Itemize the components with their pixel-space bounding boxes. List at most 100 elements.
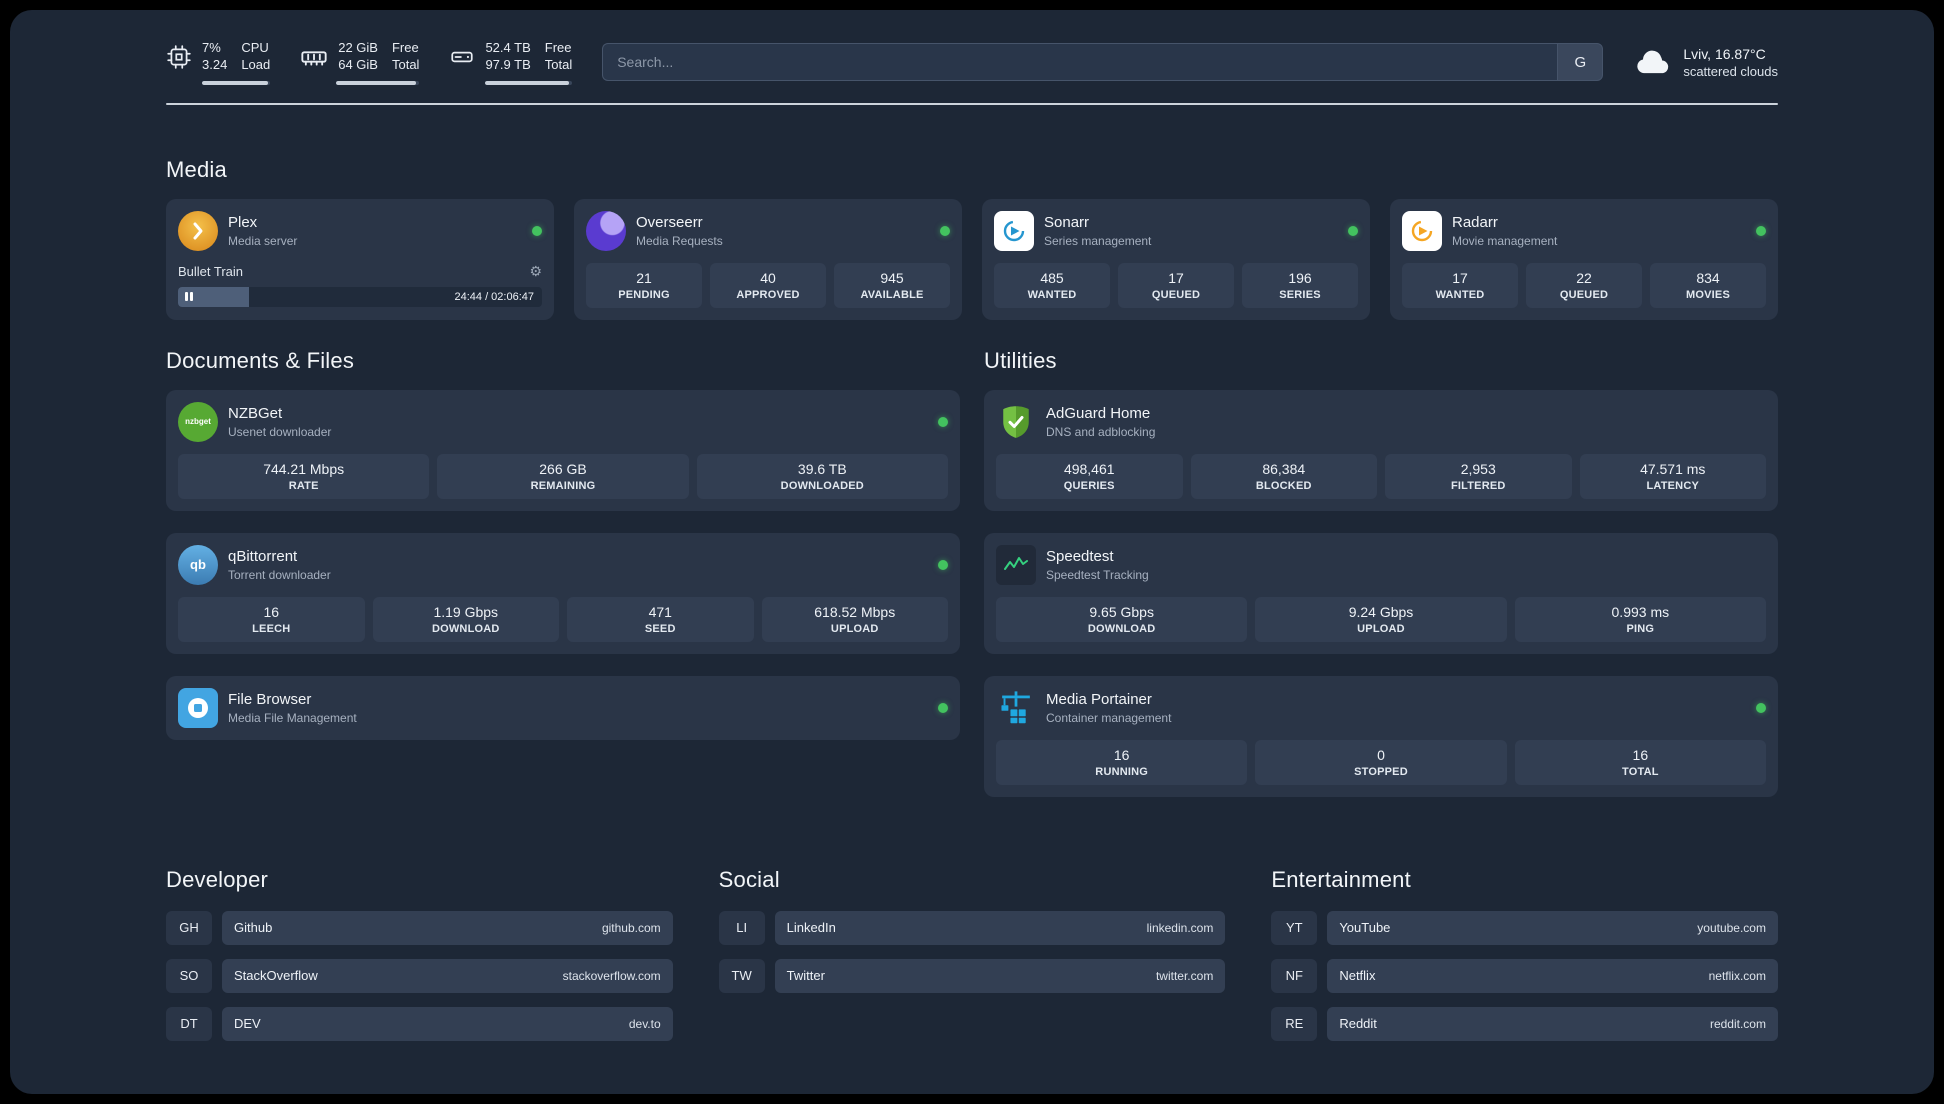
cpu-load-value: 3.24 — [202, 56, 228, 72]
dashboard: 7% 3.24 CPU Load 22 GiB 64 GiB Free Tota… — [10, 10, 1934, 1094]
service-card-overseerr[interactable]: Overseerr Media Requests 21 PENDING 40 A… — [574, 198, 962, 320]
bookmark-column-social: Social LI LinkedIn linkedin.com TW Twitt… — [718, 866, 1226, 1055]
cpu-label-bottom: Load — [241, 56, 271, 72]
stat-total: 16 TOTAL — [1514, 739, 1766, 785]
bookmark-link[interactable]: Reddit reddit.com — [1327, 1006, 1778, 1041]
cloud-icon — [1633, 47, 1673, 77]
gear-icon[interactable]: ⚙ — [529, 263, 542, 280]
search-engine-button[interactable]: G — [1557, 43, 1604, 82]
search-input[interactable] — [602, 43, 1558, 82]
app-subtitle: Series management — [1044, 233, 1152, 248]
bookmark-link[interactable]: YouTube youtube.com — [1327, 910, 1778, 945]
service-card-qbittorrent[interactable]: qb qBittorrent Torrent downloader 16 LEE… — [166, 532, 960, 654]
bookmark-column-entertainment: Entertainment YT YouTube youtube.com NF … — [1271, 867, 1778, 1055]
adguard-icon — [996, 402, 1036, 442]
pause-icon[interactable] — [185, 287, 193, 307]
service-card-portainer[interactable]: Media Portainer Container management 16 … — [984, 675, 1778, 797]
service-card-adguard[interactable]: AdGuard Home DNS and adblocking 498,461 … — [984, 389, 1778, 511]
bookmark-link[interactable]: StackOverflow stackoverflow.com — [222, 958, 673, 993]
plex-icon — [178, 210, 218, 251]
weather-condition: scattered clouds — [1683, 63, 1778, 79]
ram-label-bottom: Total — [391, 56, 420, 72]
bookmark-abbr: SO — [166, 958, 212, 993]
status-dot — [1756, 225, 1766, 236]
disk-label-top: Free — [544, 40, 572, 55]
utilities-column: Utilities AdGuard Home DNS and adblockin… — [984, 326, 1778, 819]
disk-widget: 52.4 TB 97.9 TB Free Total — [449, 40, 573, 85]
app-subtitle: Media server — [228, 233, 298, 248]
stat-queued: 22 QUEUED — [1526, 262, 1642, 308]
weather-location: Lviv, 16.87°C — [1683, 45, 1766, 62]
stat-seed: 471 SEED — [567, 596, 754, 642]
stat-upload: 9.24 Gbps UPLOAD — [1255, 596, 1507, 642]
status-dot — [938, 702, 948, 713]
bookmark-abbr: YT — [1271, 910, 1318, 945]
service-card-speedtest[interactable]: Speedtest Speedtest Tracking 9.65 Gbps D… — [984, 532, 1778, 654]
app-title: Media Portainer — [1046, 690, 1152, 708]
app-subtitle: Media File Management — [228, 710, 357, 725]
bookmark-link[interactable]: LinkedIn linkedin.com — [774, 910, 1226, 945]
app-title: Radarr — [1452, 213, 1498, 231]
stat-approved: 40 APPROVED — [710, 262, 826, 308]
stat-wanted: 485 WANTED — [994, 262, 1110, 308]
app-title: AdGuard Home — [1046, 404, 1151, 422]
sonarr-icon — [994, 210, 1034, 251]
stat-pending: 21 PENDING — [586, 262, 702, 308]
app-title: Speedtest — [1046, 547, 1114, 565]
stat-download: 9.65 Gbps DOWNLOAD — [996, 596, 1248, 642]
portainer-icon — [996, 688, 1036, 728]
bookmark-link[interactable]: Github github.com — [222, 910, 673, 945]
service-card-nzbget[interactable]: nzbget NZBGet Usenet downloader 744.21 M… — [166, 389, 960, 511]
stat-movies: 834 MOVIES — [1650, 262, 1766, 308]
top-bar: 7% 3.24 CPU Load 22 GiB 64 GiB Free Tota… — [166, 40, 1778, 85]
search-bar: G — [602, 43, 1604, 82]
bookmark-linkedin[interactable]: LI LinkedIn linkedin.com — [718, 910, 1226, 945]
bookmark-link[interactable]: Twitter twitter.com — [774, 958, 1226, 993]
stat-filtered: 2,953 FILTERED — [1385, 453, 1572, 499]
disk-icon — [449, 44, 475, 70]
stat-leech: 16 LEECH — [178, 596, 365, 642]
app-title: Sonarr — [1044, 213, 1090, 231]
playback-progress-bar[interactable]: 24:44 / 02:06:47 — [178, 286, 542, 307]
bookmark-netflix[interactable]: NF Netflix netflix.com — [1271, 958, 1778, 993]
bookmark-abbr: TW — [718, 958, 765, 993]
cpu-bar — [202, 80, 271, 85]
stat-wanted: 17 WANTED — [1402, 262, 1518, 308]
nzbget-icon: nzbget — [178, 401, 218, 442]
stat-stopped: 0 STOPPED — [1255, 739, 1507, 785]
overseerr-icon — [586, 210, 626, 251]
cpu-icon — [166, 44, 192, 70]
bookmark-dev[interactable]: DT DEV dev.to — [166, 1006, 673, 1041]
media-grid: Plex Media server Bullet Train ⚙ 24:44 /… — [166, 198, 1778, 320]
app-subtitle: Torrent downloader — [228, 567, 331, 582]
service-card-radarr[interactable]: Radarr Movie management 17 WANTED 22 QUE… — [1390, 198, 1778, 320]
header-divider — [166, 102, 1778, 105]
app-subtitle: Media Requests — [636, 233, 723, 248]
section-title-social: Social — [718, 866, 780, 892]
bookmark-github[interactable]: GH Github github.com — [166, 910, 673, 945]
service-card-filebrowser[interactable]: File Browser Media File Management — [166, 675, 960, 740]
documents-column: Documents & Files nzbget NZBGet Usenet d… — [166, 326, 960, 819]
section-title-entertainment: Entertainment — [1271, 866, 1411, 892]
section-title-utilities: Utilities — [984, 347, 1057, 373]
bookmark-abbr: NF — [1271, 958, 1318, 993]
service-card-plex[interactable]: Plex Media server Bullet Train ⚙ 24:44 /… — [166, 198, 554, 320]
bookmark-reddit[interactable]: RE Reddit reddit.com — [1271, 1006, 1778, 1041]
cpu-label-top: CPU — [241, 40, 269, 55]
bookmark-link[interactable]: Netflix netflix.com — [1327, 958, 1778, 993]
disk-label-bottom: Total — [544, 56, 573, 72]
section-title-documents: Documents & Files — [166, 347, 355, 373]
bookmark-stackoverflow[interactable]: SO StackOverflow stackoverflow.com — [166, 958, 673, 993]
stat-ping: 0.993 ms PING — [1514, 596, 1766, 642]
weather-widget: Lviv, 16.87°C scattered clouds — [1633, 46, 1778, 79]
bookmark-link[interactable]: DEV dev.to — [222, 1006, 673, 1041]
bookmark-twitter[interactable]: TW Twitter twitter.com — [718, 958, 1226, 993]
section-title-developer: Developer — [166, 866, 269, 892]
stat-latency: 47.571 ms LATENCY — [1579, 453, 1766, 499]
status-dot — [940, 225, 950, 236]
bookmark-youtube[interactable]: YT YouTube youtube.com — [1271, 910, 1778, 945]
service-card-sonarr[interactable]: Sonarr Series management 485 WANTED 17 Q… — [982, 198, 1370, 320]
stat-remaining: 266 GB REMAINING — [437, 453, 689, 499]
app-subtitle: DNS and adblocking — [1046, 424, 1156, 439]
ram-icon — [300, 43, 328, 71]
